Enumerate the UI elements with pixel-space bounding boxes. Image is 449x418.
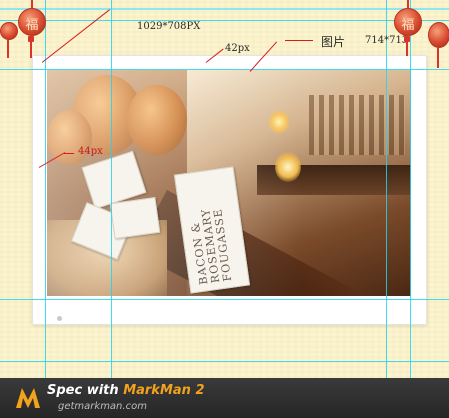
footer-title-prefix: Spec with (47, 383, 124, 398)
guide-line-vertical[interactable] (111, 0, 112, 378)
lantern-tassel (30, 42, 32, 58)
guide-line-vertical[interactable] (410, 0, 411, 378)
lantern-character: 福 (25, 18, 39, 33)
annotation-image-label: 图片 (321, 35, 346, 49)
lantern-icon (428, 22, 449, 48)
annotation-left-gap: 44px (78, 146, 103, 157)
annotation-full-size: 1029*708PX (137, 21, 201, 32)
footer-title: Spec with MarkMan 2 (47, 383, 205, 398)
lantern-icon (0, 22, 18, 40)
card-dot (57, 316, 62, 321)
footer-title-brand: MarkMan 2 (123, 383, 205, 398)
annotation-leader (285, 40, 313, 41)
footer-link[interactable]: getmarkman.com (58, 401, 147, 412)
lantern-string (31, 0, 33, 8)
photo-image: BACON & ROSEMARY FOUGASSE (47, 70, 411, 296)
lantern-tassel (7, 40, 9, 58)
annotation-leader (64, 153, 74, 154)
guide-line-horizontal[interactable] (0, 69, 449, 70)
lantern-tassel (406, 42, 408, 56)
guide-line-horizontal[interactable] (0, 20, 449, 21)
top-divider (0, 8, 449, 10)
lantern-string (407, 0, 409, 8)
guide-line-horizontal[interactable] (0, 299, 449, 300)
markman-logo-icon (16, 388, 40, 408)
annotation-image-size: 714*713 (365, 35, 409, 46)
guide-line-horizontal[interactable] (0, 361, 449, 362)
annotation-top-gap: 42px (225, 43, 250, 54)
lantern-character: 福 (401, 18, 415, 33)
lantern-icon: 福 (394, 8, 422, 36)
guide-line-vertical[interactable] (386, 0, 387, 378)
lantern-icon: 福 (18, 8, 46, 36)
lantern-tassel (437, 48, 439, 68)
guide-line-vertical[interactable] (45, 0, 46, 378)
photo-price-tag (109, 196, 161, 240)
